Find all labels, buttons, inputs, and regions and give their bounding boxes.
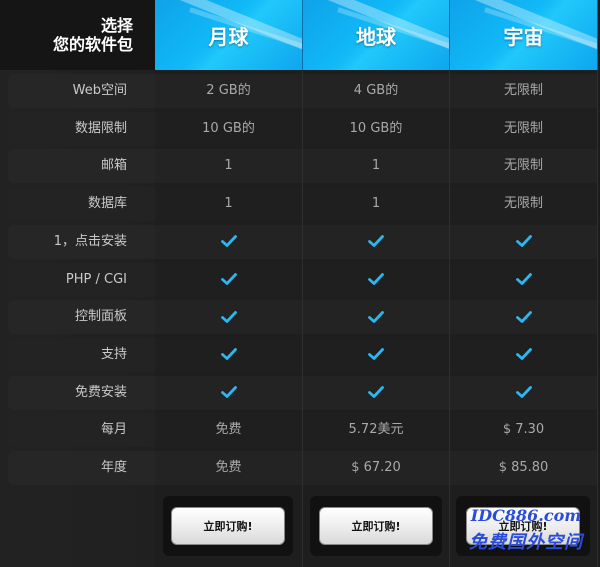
order-button-moon[interactable]: 立即订购!	[171, 507, 285, 545]
plan-title: 月球	[208, 24, 249, 49]
order-well-moon: 立即订购!	[163, 496, 293, 556]
table-row: 年度 免费 $ 67.20 $ 85.80	[0, 449, 600, 486]
check-icon	[155, 337, 303, 372]
feature-label: 每月	[8, 413, 155, 448]
table-row: PHP / CGI	[0, 261, 600, 298]
feature-value: 10 GB的	[303, 111, 450, 146]
feature-label: 1，点击安装	[8, 224, 155, 259]
feature-value: 5.72美元	[303, 413, 450, 448]
table-row: Web空间 2 GB的 4 GB的 无限制	[0, 72, 600, 109]
table-row: 数据限制 10 GB的 10 GB的 无限制	[0, 110, 600, 147]
table-row: 数据库 1 1 无限制	[0, 185, 600, 222]
plan-header-moon: 月球	[155, 0, 303, 70]
check-icon	[155, 262, 303, 297]
plan-title: 地球	[356, 24, 396, 49]
feature-label: 邮箱	[8, 149, 155, 184]
check-icon	[450, 300, 598, 335]
check-icon	[450, 262, 598, 297]
plan-header-universe: 宇宙	[450, 0, 598, 70]
order-button-earth[interactable]: 立即订购!	[319, 507, 433, 545]
feature-value: 无限制	[450, 187, 598, 222]
heading-line-1: 选择	[100, 16, 133, 35]
watermark-text: 免费国外空间	[469, 532, 583, 553]
table-row: 邮箱 1 1 无限制	[0, 147, 600, 184]
feature-value: $ 85.80	[450, 451, 598, 485]
check-icon	[450, 224, 598, 259]
check-icon	[303, 337, 450, 372]
check-icon	[303, 375, 450, 410]
table-row: 1，点击安装	[0, 223, 600, 260]
heading-line-2: 您的软件包	[52, 35, 133, 54]
table-row: 每月 免费 5.72美元 $ 7.30	[0, 411, 600, 448]
feature-label: Web空间	[8, 74, 155, 108]
feature-value: $ 7.30	[450, 413, 598, 448]
feature-label: 数据库	[8, 187, 155, 222]
feature-label: PHP / CGI	[8, 262, 155, 297]
feature-value: 无限制	[450, 74, 598, 108]
feature-value: 1	[155, 187, 303, 222]
check-icon	[450, 375, 598, 410]
table-row: 控制面板	[0, 298, 600, 335]
feature-value: 10 GB的	[155, 111, 303, 146]
feature-value: 2 GB的	[155, 74, 303, 108]
feature-label: 支持	[8, 337, 155, 372]
feature-value: 1	[155, 149, 303, 184]
feature-value: 1	[303, 149, 450, 184]
pricing-table: 选择 您的软件包 月球 地球 宇宙 Web空间 2 GB的 4 GB的 无限制 数据限制…	[0, 0, 600, 567]
check-icon	[155, 224, 303, 259]
feature-label: 年度	[8, 451, 155, 485]
feature-label: 控制面板	[8, 300, 155, 335]
feature-value: 4 GB的	[303, 74, 450, 108]
check-icon	[450, 337, 598, 372]
check-icon	[155, 300, 303, 335]
table-row: 支持	[0, 336, 600, 373]
order-well-earth: 立即订购!	[310, 496, 442, 556]
table-row: 免费安装	[0, 374, 600, 411]
feature-value: $ 67.20	[303, 451, 450, 485]
check-icon	[303, 300, 450, 335]
feature-value: 无限制	[450, 111, 598, 146]
plan-title: 宇宙	[503, 24, 544, 49]
feature-label: 免费安装	[8, 375, 155, 410]
feature-value: 1	[303, 187, 450, 222]
check-icon	[303, 262, 450, 297]
check-icon	[303, 224, 450, 259]
check-icon	[155, 375, 303, 410]
watermark-site: IDC886.com	[470, 506, 582, 525]
choose-package-heading: 选择 您的软件包	[0, 0, 155, 70]
feature-value: 无限制	[450, 149, 598, 184]
feature-value: 免费	[155, 451, 303, 485]
feature-value: 免费	[155, 413, 303, 448]
plan-header-earth: 地球	[303, 0, 450, 70]
feature-label: 数据限制	[8, 111, 155, 146]
